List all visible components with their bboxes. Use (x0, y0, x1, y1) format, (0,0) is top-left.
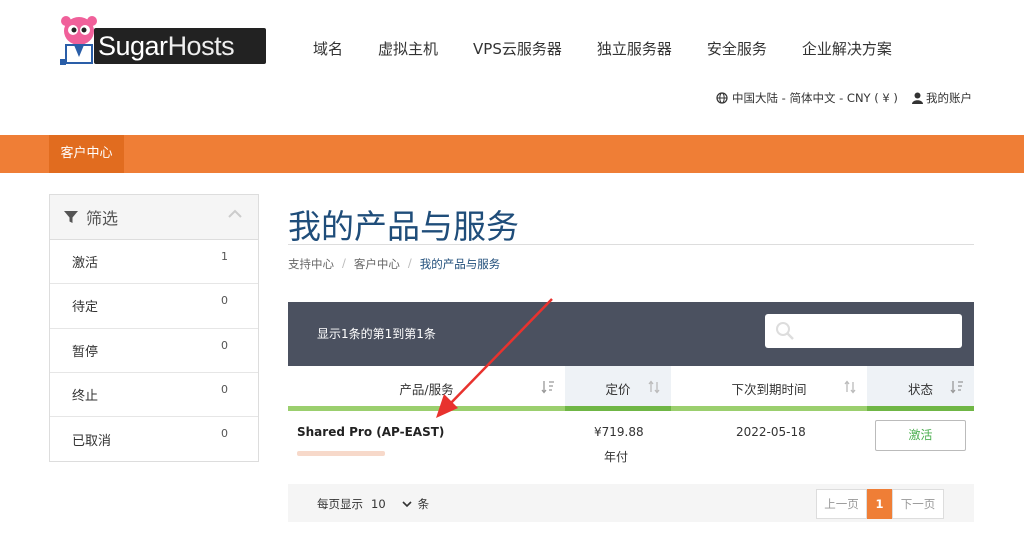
nav-domains[interactable]: 域名 (313, 38, 343, 59)
my-account-link[interactable]: 我的账户 (912, 90, 972, 106)
section-bar (0, 135, 1024, 173)
column-price[interactable]: 定价 (565, 366, 671, 411)
per-page-unit: 条 (417, 497, 430, 511)
filter-item-label: 终止 (72, 389, 99, 405)
filter-item-count: 0 (221, 427, 228, 441)
locale-selector[interactable]: 中国大陆 - 简体中文 - CNY ( ¥ ) (716, 90, 898, 106)
column-label: 状态 (907, 382, 933, 397)
per-page-value: 10 (371, 497, 386, 511)
column-label: 下次到期时间 (731, 382, 807, 397)
filter-item-cancelled[interactable]: 已取消 0 (50, 417, 258, 461)
product-name[interactable]: Shared Pro (AP-EAST) (297, 425, 444, 439)
logo-wordmark: SugarHosts (98, 31, 235, 61)
domain-redacted (297, 451, 385, 456)
main-nav: 域名 虚拟主机 VPS云服务器 独立服务器 安全服务 企业解决方案 (313, 38, 927, 59)
current-page-button[interactable]: 1 (867, 489, 892, 519)
per-page-label: 每页显示 (317, 497, 363, 511)
filter-icon (64, 211, 78, 223)
account-label: 我的账户 (926, 91, 972, 105)
breadcrumb-support[interactable]: 支持中心 (288, 256, 334, 272)
filter-item-label: 暂停 (72, 344, 99, 360)
breadcrumb-current: 我的产品与服务 (419, 257, 501, 271)
column-accent (288, 406, 565, 411)
column-accent (867, 406, 974, 411)
status-badge[interactable]: 激活 (875, 420, 966, 451)
filter-item-label: 已取消 (72, 433, 112, 449)
column-product[interactable]: 产品/服务 (288, 366, 565, 411)
per-page-control: 每页显示 10 条 (317, 496, 429, 512)
breadcrumb: 支持中心 / 客户中心 / 我的产品与服务 (288, 256, 500, 272)
billing-cycle: 年付 (604, 450, 629, 464)
breadcrumb-client-center[interactable]: 客户中心 (354, 256, 400, 272)
nav-hosting[interactable]: 虚拟主机 (378, 38, 438, 59)
sort-icon (844, 380, 856, 394)
next-page-button[interactable]: 下一页 (892, 489, 944, 519)
filter-item-suspended[interactable]: 暂停 0 (50, 329, 258, 373)
nav-dedicated[interactable]: 独立服务器 (597, 38, 672, 59)
sort-icon (648, 380, 660, 394)
filter-item-active[interactable]: 激活 1 (50, 240, 258, 285)
globe-icon (716, 92, 728, 104)
filter-item-count: 1 (221, 250, 228, 263)
per-page-select[interactable]: 10 (371, 497, 412, 511)
client-center-tab[interactable]: 客户中心 (49, 135, 124, 173)
filter-sidebar: 筛选 激活 1 待定 0 暂停 0 终止 0 已取消 0 (49, 194, 259, 462)
sugarhosts-logo[interactable]: SugarHosts (54, 15, 266, 67)
page-title: 我的产品与服务 (288, 207, 519, 246)
product-price: ¥719.88 (594, 425, 644, 439)
filter-header[interactable]: 筛选 (50, 195, 258, 240)
locale-label: 中国大陆 - 简体中文 - CNY ( ¥ ) (732, 91, 898, 105)
next-due-date: 2022-05-18 (736, 425, 806, 439)
filter-item-count: 0 (221, 338, 228, 352)
pagination: 上一页 1 下一页 (816, 489, 944, 519)
filter-item-label: 待定 (72, 300, 99, 316)
search-icon (776, 322, 794, 340)
sort-desc-icon (950, 381, 963, 394)
table-column-headers: 产品/服务 定价 下次到期时间 状态 (288, 366, 974, 411)
nav-enterprise[interactable]: 企业解决方案 (802, 38, 892, 59)
user-icon (912, 92, 923, 104)
sort-desc-icon (541, 381, 554, 394)
filter-item-label: 激活 (72, 256, 99, 272)
title-divider (288, 244, 974, 245)
filter-item-pending[interactable]: 待定 0 (50, 284, 258, 329)
filter-item-count: 0 (221, 382, 228, 396)
prev-page-button[interactable]: 上一页 (816, 489, 867, 519)
column-accent (565, 406, 671, 411)
nav-vps[interactable]: VPS云服务器 (473, 38, 562, 59)
column-label: 定价 (605, 382, 631, 397)
nav-security[interactable]: 安全服务 (707, 38, 767, 59)
chevron-up-icon[interactable] (228, 209, 242, 218)
table-summary: 显示1条的第1到第1条 (317, 327, 436, 341)
filter-item-terminated[interactable]: 终止 0 (50, 373, 258, 418)
table-search-input[interactable] (765, 314, 962, 348)
breadcrumb-separator: / (342, 256, 346, 270)
filter-title: 筛选 (86, 209, 119, 228)
column-accent (671, 406, 867, 411)
column-due-date[interactable]: 下次到期时间 (671, 366, 867, 411)
column-label: 产品/服务 (399, 382, 454, 397)
breadcrumb-separator: / (407, 256, 412, 270)
chevron-down-icon (402, 500, 412, 507)
column-status[interactable]: 状态 (867, 366, 974, 411)
filter-item-count: 0 (221, 294, 228, 308)
